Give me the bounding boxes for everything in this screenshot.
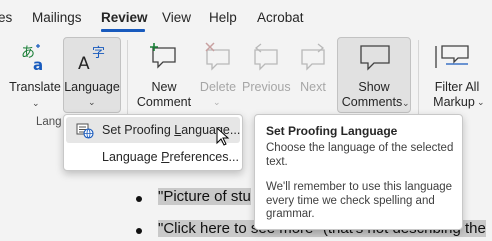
tab-help[interactable]: Help xyxy=(209,10,237,25)
show-comments-button[interactable]: Show Comments ⌄ xyxy=(337,37,411,113)
next-label: Next xyxy=(300,80,326,94)
filter-markup-button[interactable]: Filter All Markup ⌄ xyxy=(426,38,488,112)
show-comments-icon xyxy=(359,43,391,73)
chevron-down-icon: ⌄ xyxy=(402,98,410,108)
svg-text:字: 字 xyxy=(92,46,105,61)
filter-label-line1: Filter All xyxy=(434,80,480,94)
previous-label: Previous xyxy=(242,80,291,94)
translate-button[interactable]: あ a Translate ⌄ xyxy=(8,38,62,112)
document-line: "Picture of stu xyxy=(158,188,251,205)
next-comment-icon xyxy=(298,42,328,72)
bullet-icon xyxy=(136,228,142,234)
previous-comment-icon xyxy=(251,42,281,72)
show-comments-label-line2: Comments xyxy=(341,95,403,109)
translate-icon: あ a xyxy=(21,43,49,74)
filter-markup-icon xyxy=(434,42,474,72)
delete-comment-button[interactable]: Delete ⌄ xyxy=(196,38,240,112)
tab-mailings[interactable]: Mailings xyxy=(32,10,82,25)
bullet-icon xyxy=(136,196,142,202)
chevron-down-icon: ⌄ xyxy=(213,97,221,107)
tab-references[interactable]: es xyxy=(0,10,12,25)
delete-comment-icon xyxy=(203,42,233,72)
menu-item-set-proofing-language[interactable]: Set Proofing Language... xyxy=(66,117,240,146)
new-comment-icon xyxy=(149,42,179,72)
chevron-down-icon: ⌄ xyxy=(32,98,40,108)
language-group-label: Lang xyxy=(36,116,62,128)
language-button[interactable]: A 字 Language ⌄ xyxy=(63,37,121,113)
group-separator xyxy=(127,40,128,124)
tab-review[interactable]: Review xyxy=(101,10,148,25)
tab-view[interactable]: View xyxy=(162,10,191,25)
chevron-down-icon: ⌄ xyxy=(88,97,96,107)
ribbon-tabs: es Mailings Review View Help Acrobat xyxy=(0,0,492,34)
menu-item-language-preferences[interactable]: Language Preferences... xyxy=(66,144,240,170)
new-comment-button[interactable]: New Comment xyxy=(134,38,194,112)
chevron-down-icon: ⌄ xyxy=(477,97,485,107)
language-label: Language xyxy=(64,80,120,94)
language-icon: A 字 xyxy=(78,42,108,74)
svg-text:a: a xyxy=(33,56,43,71)
language-dropdown-menu: Set Proofing Language... Language Prefer… xyxy=(63,114,243,171)
menu-item-label: Language Preferences... xyxy=(102,150,239,164)
tab-acrobat[interactable]: Acrobat xyxy=(257,10,304,25)
group-separator xyxy=(418,40,419,124)
next-comment-button[interactable]: Next xyxy=(292,38,334,112)
tooltip-set-proofing-language: Set Proofing Language Choose the languag… xyxy=(254,114,463,230)
highlighted-text: "Picture of stu xyxy=(158,188,251,205)
tooltip-description: Choose the language of the selected text… xyxy=(266,142,454,168)
new-comment-label-line1: New xyxy=(151,80,177,94)
tooltip-title: Set Proofing Language xyxy=(266,124,398,138)
active-tab-indicator xyxy=(101,29,145,32)
previous-comment-button[interactable]: Previous xyxy=(242,38,291,112)
translate-label: Translate xyxy=(9,80,61,94)
show-comments-label-line1: Show xyxy=(358,80,390,94)
proofing-language-icon xyxy=(76,121,94,139)
svg-text:A: A xyxy=(78,54,90,72)
tooltip-note: We'll remember to use this language ever… xyxy=(266,181,453,220)
new-comment-label-line2: Comment xyxy=(136,95,192,109)
delete-label: Delete xyxy=(199,80,237,94)
